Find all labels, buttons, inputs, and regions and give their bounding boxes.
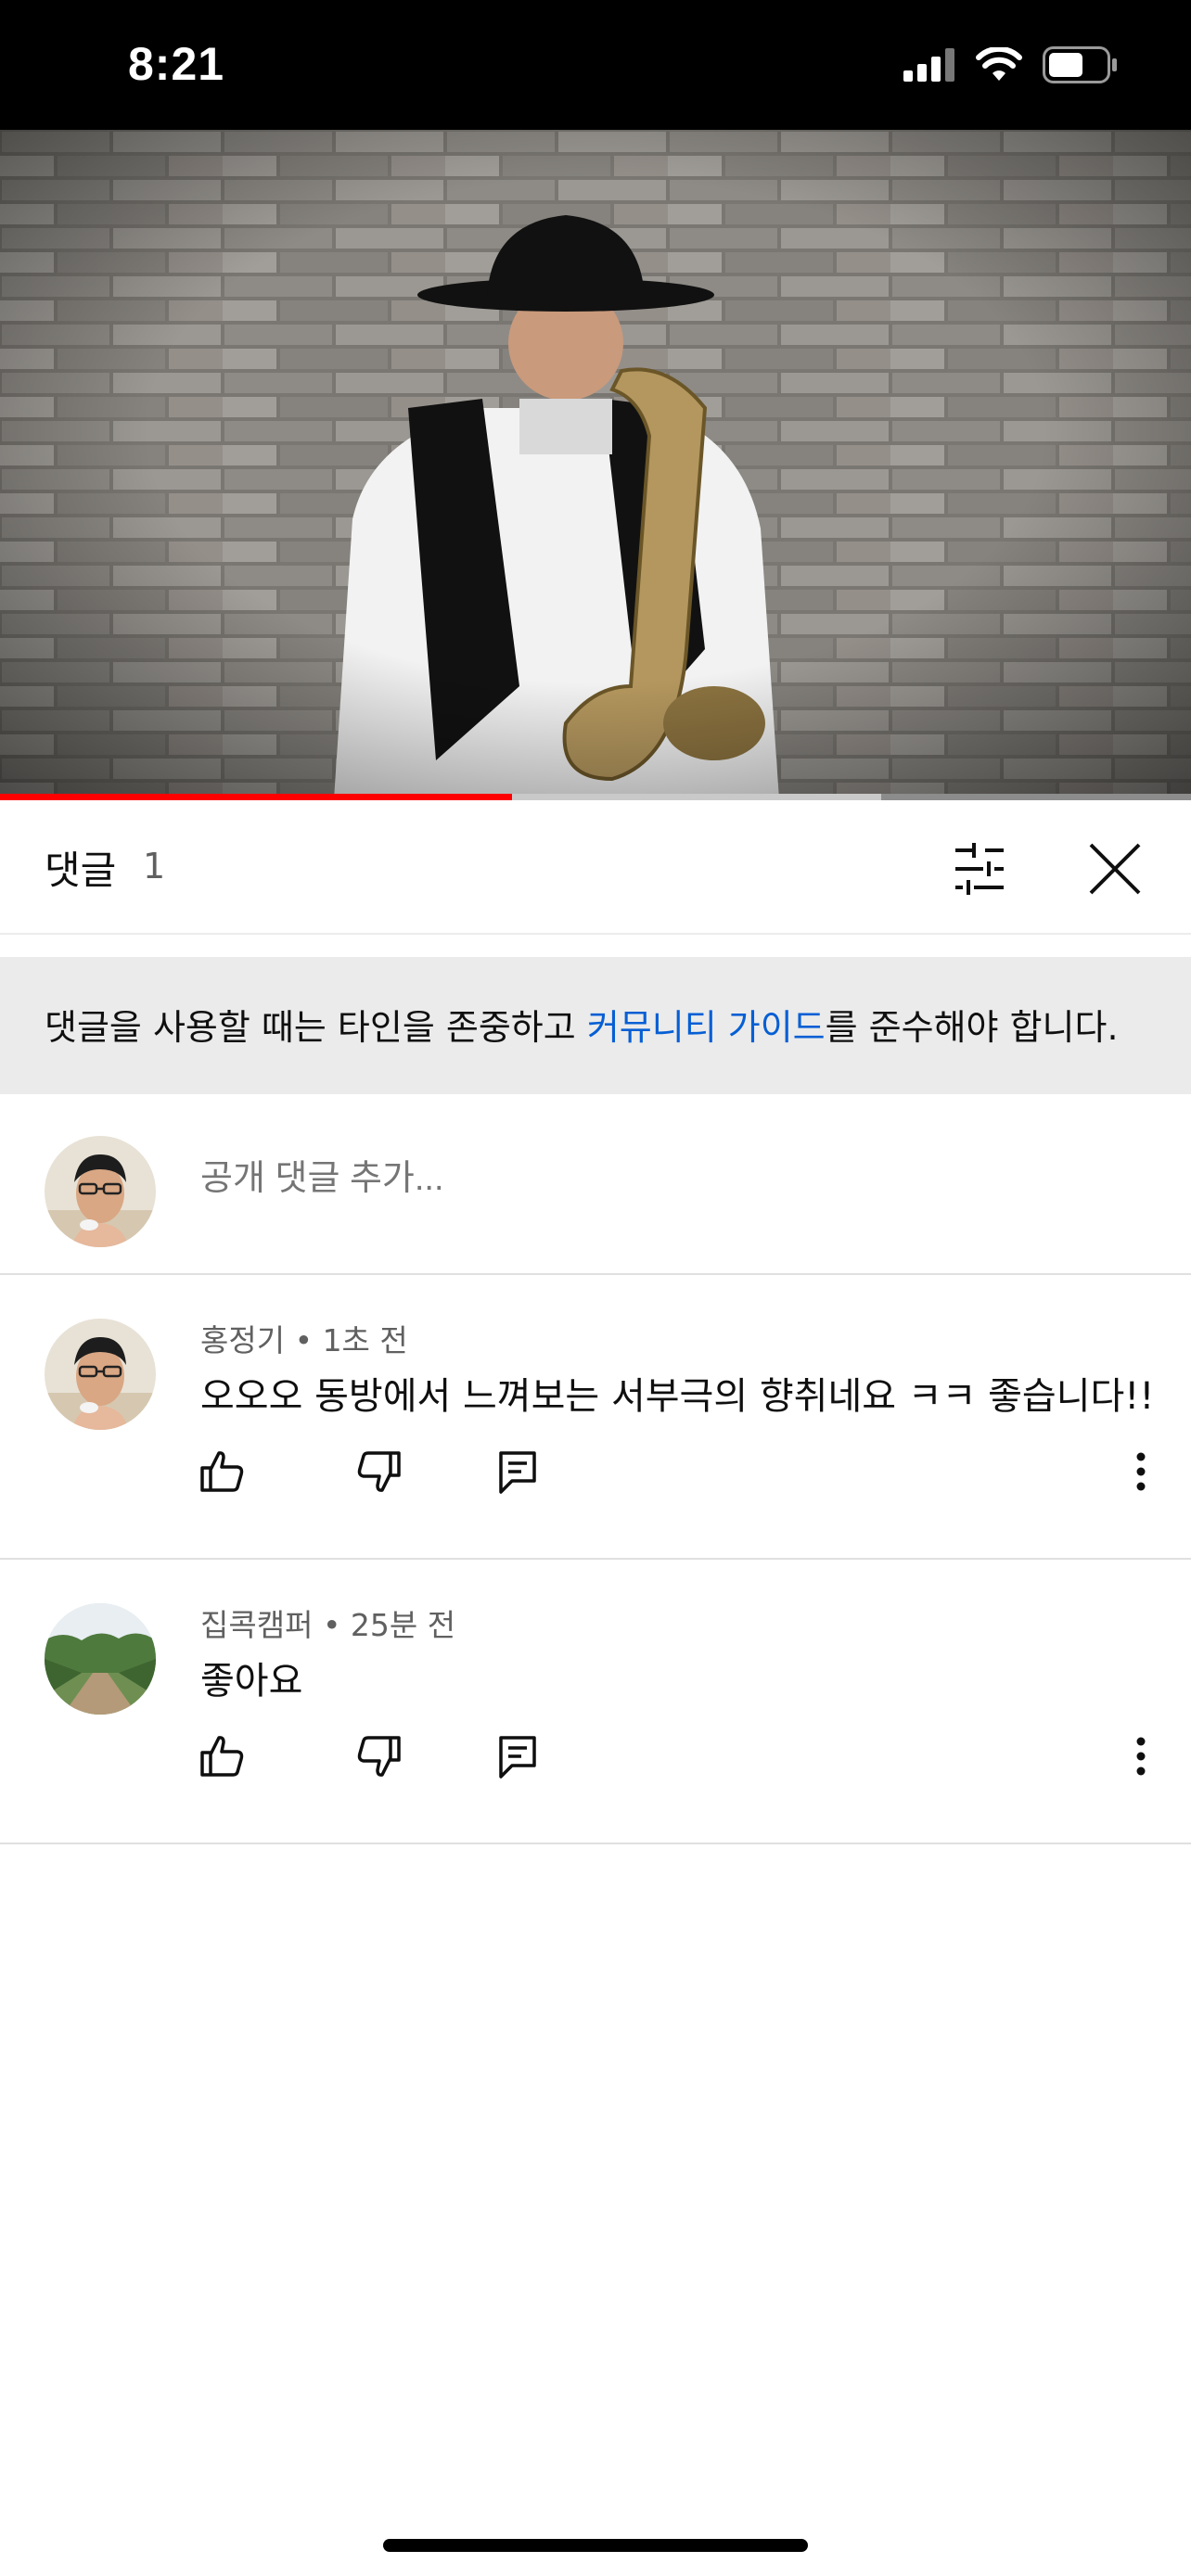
comment-text: 좋아요 xyxy=(200,1660,303,1702)
like-button[interactable] xyxy=(195,1728,250,1784)
dislike-button[interactable] xyxy=(351,1444,406,1499)
guideline-banner: 댓글을 사용할 때는 타인을 존중하고 커뮤니티 가이드를 준수해야 합니다. xyxy=(0,957,1191,1094)
comments-count: 1 xyxy=(143,846,166,886)
more-options-button[interactable] xyxy=(1113,1728,1169,1784)
add-comment-row[interactable] xyxy=(0,1094,1191,1275)
video-frame xyxy=(0,130,1191,799)
thumbs-down-icon xyxy=(357,1736,401,1777)
reply-icon xyxy=(499,1736,536,1779)
thumbs-up-icon xyxy=(200,1451,244,1492)
status-icons xyxy=(903,45,1119,87)
comment-text: 오오오 동방에서 느껴보는 서부극의 향취네요 ㅋㅋ 좋습니다!! xyxy=(200,1375,1155,1418)
more-vert-icon xyxy=(1136,1452,1146,1491)
home-indicator[interactable] xyxy=(383,2539,808,2552)
video-player[interactable] xyxy=(0,130,1191,799)
thumbs-up-icon xyxy=(200,1736,244,1777)
meta-separator: • xyxy=(322,1607,341,1643)
reply-button[interactable] xyxy=(490,1444,545,1499)
guideline-text: 댓글을 사용할 때는 타인을 존중하고 커뮤니티 가이드를 준수해야 합니다. xyxy=(45,999,1172,1050)
video-progress-bar[interactable] xyxy=(0,794,1191,800)
thumbs-down-icon xyxy=(357,1451,401,1492)
like-button[interactable] xyxy=(195,1444,250,1499)
cellular-signal-icon xyxy=(903,48,955,85)
comment-item: 집콕캠퍼 • 25분 전 좋아요 xyxy=(0,1562,1191,1844)
guideline-text-after: 를 준수해야 합니다. xyxy=(825,1007,1119,1048)
more-vert-icon xyxy=(1136,1737,1146,1776)
sort-button[interactable] xyxy=(946,835,1013,902)
commenter-avatar[interactable] xyxy=(45,1603,156,1715)
comment-meta: 홍정기 • 1초 전 xyxy=(200,1316,408,1360)
video-played-bar xyxy=(0,794,513,800)
comments-title: 댓글 xyxy=(45,848,117,893)
user-avatar xyxy=(45,1136,156,1247)
wifi-icon xyxy=(976,45,1022,86)
meta-separator: • xyxy=(294,1322,314,1358)
comment-time: 1초 전 xyxy=(322,1322,408,1358)
dislike-button[interactable] xyxy=(351,1728,406,1784)
comment-author[interactable]: 홍정기 xyxy=(200,1322,285,1358)
add-comment-input[interactable] xyxy=(200,1159,1035,1199)
comment-item: 홍정기 • 1초 전 오오오 동방에서 느껴보는 서부극의 향취네요 ㅋㅋ 좋습… xyxy=(0,1277,1191,1560)
comment-meta: 집콕캠퍼 • 25분 전 xyxy=(200,1600,455,1645)
reply-button[interactable] xyxy=(490,1728,545,1784)
comment-author[interactable]: 집콕캠퍼 xyxy=(200,1607,313,1643)
commenter-avatar[interactable] xyxy=(45,1319,156,1430)
comment-time: 25분 전 xyxy=(350,1607,456,1643)
close-icon xyxy=(1089,843,1141,895)
status-time: 8:21 xyxy=(128,38,225,90)
community-guidelines-link[interactable]: 커뮤니티 가이드 xyxy=(587,1007,826,1048)
guideline-text-before: 댓글을 사용할 때는 타인을 존중하고 xyxy=(45,1007,587,1048)
more-options-button[interactable] xyxy=(1113,1444,1169,1499)
comments-header: 댓글 1 xyxy=(0,800,1191,935)
close-button[interactable] xyxy=(1082,835,1148,902)
status-bar: 8:21 xyxy=(0,0,1191,130)
sort-icon xyxy=(955,843,1004,895)
reply-icon xyxy=(499,1451,536,1494)
battery-icon xyxy=(1043,46,1119,87)
